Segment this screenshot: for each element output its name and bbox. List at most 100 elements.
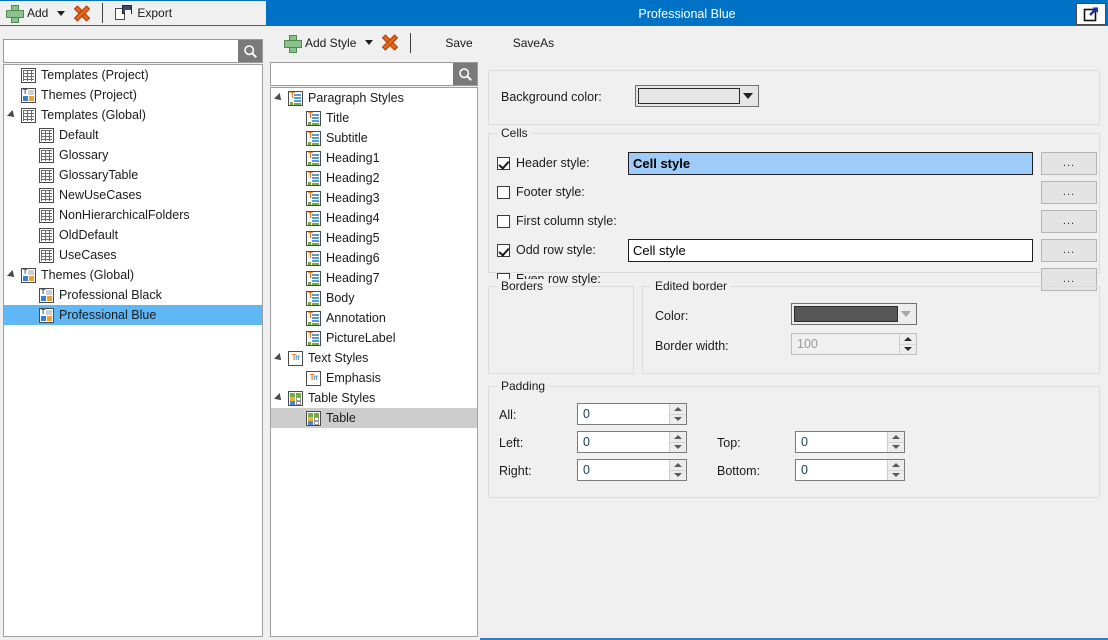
cell-style-row: Header style:Cell style...: [489, 150, 1101, 176]
add-style-button[interactable]: Add Style: [278, 31, 362, 55]
cell-style-browse-button[interactable]: ...: [1041, 210, 1097, 233]
background-color-swatch: [638, 88, 740, 104]
style-tree-item[interactable]: THeading1: [271, 148, 477, 168]
tree-item[interactable]: Templates (Project): [4, 65, 262, 85]
tree-item-label: OldDefault: [59, 228, 118, 242]
padding-group-legend: Padding: [497, 379, 549, 393]
border-width-decrement[interactable]: [900, 345, 916, 355]
style-tree-item[interactable]: TTitle: [271, 108, 477, 128]
tree-item-label: GlossaryTable: [59, 168, 138, 182]
padding-spinner[interactable]: 0: [795, 459, 905, 481]
saveas-button[interactable]: SaveAs: [507, 31, 560, 55]
themes-icon: T: [21, 268, 36, 283]
style-tree-item-label: Heading6: [326, 251, 380, 265]
padding-increment[interactable]: [670, 432, 686, 443]
style-tree-item[interactable]: THeading3: [271, 188, 477, 208]
export-button-label: Export: [137, 6, 172, 20]
left-search-input[interactable]: [4, 40, 238, 62]
border-color-combobox[interactable]: [791, 303, 917, 325]
style-tree-item[interactable]: THeading5: [271, 228, 477, 248]
tree-item[interactable]: TThemes (Global): [4, 265, 262, 285]
padding-increment[interactable]: [888, 432, 904, 443]
style-tree-item[interactable]: THeading2: [271, 168, 477, 188]
style-tree-item[interactable]: Table: [271, 408, 477, 428]
style-search-button[interactable]: [453, 63, 477, 85]
export-button[interactable]: Export: [109, 1, 178, 25]
cell-style-field[interactable]: Cell style: [628, 152, 1033, 175]
padding-decrement[interactable]: [670, 471, 686, 481]
style-tree-item[interactable]: Table Styles: [271, 388, 477, 408]
style-tree-item[interactable]: TBody: [271, 288, 477, 308]
style-tree-item-label: PictureLabel: [326, 331, 396, 345]
delete-style-button[interactable]: [376, 31, 404, 55]
padding-increment[interactable]: [670, 460, 686, 471]
background-color-combobox[interactable]: [635, 85, 759, 107]
style-tree-item[interactable]: THeading7: [271, 268, 477, 288]
cell-style-checkbox[interactable]: [497, 186, 510, 199]
padding-decrement[interactable]: [888, 471, 904, 481]
tree-item[interactable]: TThemes (Project): [4, 85, 262, 105]
tree-item[interactable]: Default: [4, 125, 262, 145]
padding-spinner[interactable]: 0: [577, 403, 687, 425]
tree-item[interactable]: NewUseCases: [4, 185, 262, 205]
border-width-increment[interactable]: [900, 334, 916, 345]
tree-item[interactable]: Templates (Global): [4, 105, 262, 125]
padding-spinner[interactable]: 0: [577, 459, 687, 481]
border-color-label: Color:: [655, 309, 688, 323]
style-tree-item[interactable]: TrrText Styles: [271, 348, 477, 368]
cell-style-field[interactable]: Cell style: [628, 239, 1033, 262]
tree-item[interactable]: TProfessional Blue: [4, 305, 262, 325]
cell-style-checkbox[interactable]: [497, 157, 510, 170]
style-tree-item[interactable]: TAnnotation: [271, 308, 477, 328]
padding-decrement[interactable]: [670, 415, 686, 425]
padding-value: 0: [578, 463, 669, 477]
export-icon: [115, 5, 132, 21]
tree-expander[interactable]: [8, 269, 20, 281]
cell-style-checkbox[interactable]: [497, 215, 510, 228]
padding-spinner[interactable]: 0: [795, 431, 905, 453]
chevron-down-icon[interactable]: [57, 11, 65, 16]
cell-style-browse-button[interactable]: ...: [1041, 181, 1097, 204]
padding-decrement[interactable]: [670, 443, 686, 453]
tree-item[interactable]: Glossary: [4, 145, 262, 165]
border-width-spinner[interactable]: 100: [791, 333, 917, 355]
tree-expander[interactable]: [275, 92, 287, 104]
tree-item[interactable]: GlossaryTable: [4, 165, 262, 185]
border-width-value: 100: [792, 337, 899, 351]
tree-item[interactable]: OldDefault: [4, 225, 262, 245]
padding-spinner[interactable]: 0: [577, 431, 687, 453]
padding-increment[interactable]: [670, 404, 686, 415]
tree-expander[interactable]: [275, 352, 287, 364]
style-tree-item[interactable]: TSubtitle: [271, 128, 477, 148]
tree-item[interactable]: TProfessional Black: [4, 285, 262, 305]
padding-decrement[interactable]: [888, 443, 904, 453]
toolbar-separator: [410, 33, 411, 53]
cell-style-browse-button[interactable]: ...: [1041, 239, 1097, 262]
delete-button[interactable]: [68, 1, 96, 25]
window-title: Professional Blue: [266, 1, 1108, 27]
style-tree-item[interactable]: TPictureLabel: [271, 328, 477, 348]
styles-tree[interactable]: TParagraph StylesTTitleTSubtitleTHeading…: [270, 87, 478, 637]
padding-increment[interactable]: [888, 460, 904, 471]
tree-item[interactable]: NonHierarchicalFolders: [4, 205, 262, 225]
style-tree-item[interactable]: THeading6: [271, 248, 477, 268]
tree-expander-placeholder: [293, 152, 305, 164]
tree-expander-placeholder: [26, 169, 38, 181]
tree-expander[interactable]: [275, 392, 287, 404]
cell-style-checkbox[interactable]: [497, 244, 510, 257]
save-button[interactable]: Save: [439, 31, 478, 55]
style-tree-item[interactable]: TParagraph Styles: [271, 88, 477, 108]
tree-expander-placeholder: [293, 172, 305, 184]
left-search-button[interactable]: [238, 40, 262, 62]
style-tree-item[interactable]: THeading4: [271, 208, 477, 228]
tree-item[interactable]: UseCases: [4, 245, 262, 265]
chevron-down-icon[interactable]: [365, 40, 373, 45]
tree-expander[interactable]: [8, 109, 20, 121]
cell-style-browse-button[interactable]: ...: [1041, 152, 1097, 175]
popout-window-button[interactable]: [1076, 3, 1106, 25]
background-color-label: Background color:: [501, 90, 602, 104]
style-search-input[interactable]: [271, 63, 453, 85]
add-button[interactable]: Add: [0, 1, 54, 25]
style-tree-item[interactable]: TrrEmphasis: [271, 368, 477, 388]
templates-themes-tree[interactable]: Templates (Project)TThemes (Project)Temp…: [3, 64, 263, 637]
